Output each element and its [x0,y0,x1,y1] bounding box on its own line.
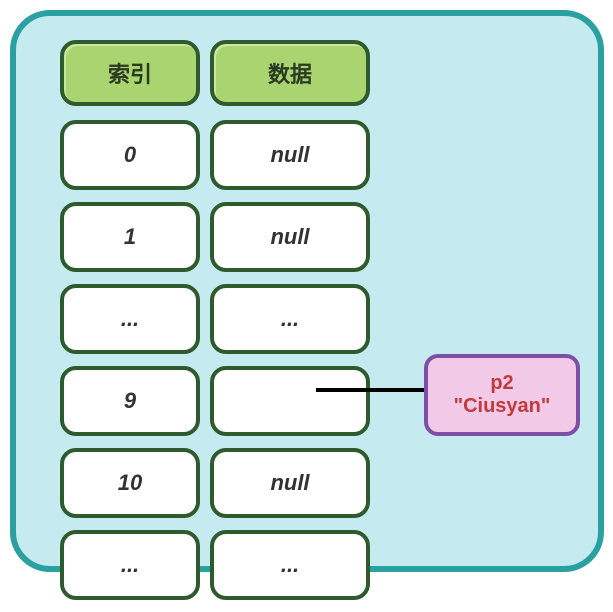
pointer-value: "Ciusyan" [454,395,551,418]
table-row: null [210,448,370,518]
data-header: 数据 [210,40,370,106]
table-row: ... [210,284,370,354]
table-row: ... [60,530,200,600]
table-row: null [210,202,370,272]
table-row: ... [210,530,370,600]
index-header: 索引 [60,40,200,106]
table-row [210,366,370,436]
table-row: 1 [60,202,200,272]
table-row: 9 [60,366,200,436]
index-column: 索引 0 1 ... 9 10 ... [60,40,200,612]
pointer-name: p2 [490,372,513,395]
pointer-object: p2 "Ciusyan" [424,354,580,436]
table-row: 10 [60,448,200,518]
diagram-stage: 索引 0 1 ... 9 10 ... 数据 null null ... nul… [0,0,613,582]
table-row: ... [60,284,200,354]
array-panel: 索引 0 1 ... 9 10 ... 数据 null null ... nul… [10,10,604,572]
data-column: 数据 null null ... null ... [210,40,370,612]
table-row: 0 [60,120,200,190]
table-row: null [210,120,370,190]
